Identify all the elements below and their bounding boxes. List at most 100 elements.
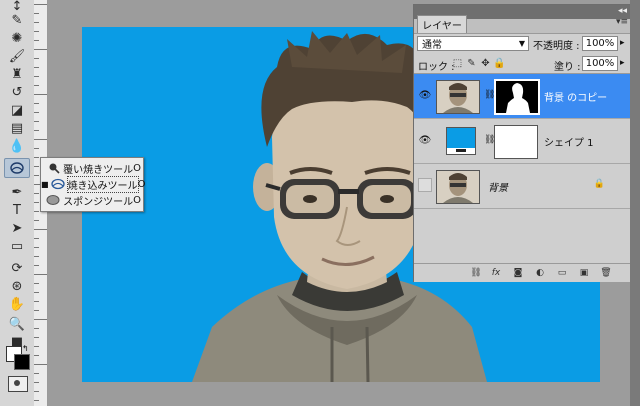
blur-tool-icon[interactable]: 💧 [4, 136, 30, 156]
lock-image-icon[interactable]: ✎ [466, 58, 477, 69]
blend-mode-select[interactable]: 通常 ▼ [417, 36, 529, 51]
ruler-tick [34, 85, 39, 86]
ruler-tick [34, 40, 39, 41]
ruler-tick [34, 202, 39, 203]
layer-style-icon[interactable]: fx [490, 267, 502, 279]
layer-row-background-copy[interactable]: 👁 ⛓ 背景 のコピー [414, 74, 631, 119]
brush-tool-icon[interactable]: 🖌 [4, 46, 30, 66]
ruler-tick [34, 67, 39, 68]
history-brush-tool-icon[interactable]: ↺ [4, 82, 30, 102]
menu-item-shortcut: O [133, 194, 141, 206]
add-mask-icon[interactable]: ◙ [512, 267, 524, 279]
3d-rotate-tool-icon[interactable]: ⟳ [4, 258, 30, 278]
blend-opacity-row: 通常 ▼ 不透明度 : 100% ▸ [414, 34, 631, 54]
opacity-input[interactable]: 100% [582, 36, 618, 51]
ruler-tick [34, 58, 39, 59]
ruler-tick [34, 274, 47, 275]
menu-item-shortcut: O [137, 178, 146, 190]
eyedropper-tool-icon[interactable]: ✎ [4, 10, 30, 30]
hand-tool-icon[interactable]: ✋ [4, 294, 30, 314]
rectangle-tool-icon[interactable]: ▭ [4, 236, 30, 256]
selection-dot: ■ [41, 179, 49, 189]
background-color-swatch[interactable] [14, 354, 30, 370]
layer-thumbnail[interactable] [436, 80, 480, 114]
ruler-tick [34, 292, 39, 293]
toolbox: ↕ ✎ ✺ 🖌 ♜ ↺ ◪ ▤ 💧 ✒ T ➤ ▭ ⟳ ⊛ ✋ 🔍 ■ ↰ [0, 0, 35, 406]
lock-all-icon[interactable]: 🔒 [493, 58, 505, 69]
sponge-tool-menu-item[interactable]: スポンジツール O [41, 192, 141, 208]
ruler-tick [34, 265, 39, 266]
fill-slider-arrow-icon[interactable]: ▸ [620, 58, 625, 68]
vector-mask-thumbnail[interactable] [494, 125, 538, 159]
tab-layers[interactable]: レイヤー [417, 15, 467, 33]
link-layers-icon[interactable]: ⛓ [470, 267, 482, 279]
ruler-tick [34, 400, 39, 401]
right-dock-bar [630, 0, 640, 406]
new-layer-icon[interactable]: ▣ [578, 267, 590, 279]
ruler-tick [34, 319, 47, 320]
spot-healing-tool-icon[interactable]: ✺ [4, 28, 30, 48]
opacity-slider-arrow-icon[interactable]: ▸ [620, 38, 625, 48]
ruler-tick [34, 130, 39, 131]
ruler-tick [34, 31, 39, 32]
layer-row-shape-1[interactable]: 👁 ⛓ シェイプ 1 [414, 119, 631, 164]
ruler-tick [34, 391, 39, 392]
adjustment-layer-icon[interactable]: ◐ [534, 267, 546, 279]
layer-row-background[interactable]: 背景 🔒 [414, 164, 631, 209]
quick-mask-icon[interactable] [8, 376, 28, 392]
path-selection-tool-icon[interactable]: ➤ [4, 218, 30, 238]
layer-mask-thumbnail[interactable] [494, 79, 540, 115]
lock-position-icon[interactable]: ✥ [480, 58, 491, 69]
shape-fill-thumbnail[interactable] [446, 127, 476, 155]
type-tool-icon[interactable]: T [4, 200, 30, 220]
ruler-tick [34, 193, 39, 194]
eraser-tool-icon[interactable]: ◪ [4, 100, 30, 120]
chevron-down-icon: ▼ [518, 39, 525, 48]
ruler-tick [34, 4, 47, 5]
visibility-eye-icon[interactable]: 👁 [418, 88, 432, 102]
layer-thumbnail[interactable] [436, 170, 480, 204]
zoom-tool-icon[interactable]: 🔍 [4, 314, 30, 334]
ruler-tick [34, 337, 39, 338]
layer-name[interactable]: シェイプ 1 [544, 134, 594, 149]
ruler-tick [34, 49, 47, 50]
ruler-tick [34, 382, 39, 383]
ruler-tick [34, 139, 47, 140]
gradient-tool-icon[interactable]: ▤ [4, 118, 30, 138]
visibility-toggle-off[interactable] [418, 178, 432, 192]
ruler-tick [34, 13, 39, 14]
lock-transparency-icon[interactable]: ⬚ [452, 58, 463, 69]
pen-tool-icon[interactable]: ✒ [4, 182, 30, 202]
3d-orbit-tool-icon[interactable]: ⊛ [4, 276, 30, 296]
sponge-icon [46, 194, 60, 206]
ruler-tick [34, 256, 39, 257]
burn-tool-menu-item[interactable]: ■ 焼き込みツール O [41, 175, 145, 193]
ruler-tick [34, 346, 39, 347]
ruler-tick [34, 373, 39, 374]
ruler-tick [34, 121, 39, 122]
lock-label: ロック : [418, 62, 455, 73]
layer-name[interactable]: 背景 [488, 179, 508, 194]
ruler-tick [34, 229, 47, 230]
menu-item-shortcut: O [133, 162, 141, 174]
fill-input[interactable]: 100% [582, 56, 618, 71]
burn-tool-icon[interactable] [4, 158, 30, 178]
panel-menu-icon[interactable]: ▾≡ [616, 17, 628, 27]
ruler-tick [34, 94, 47, 95]
visibility-eye-icon[interactable]: 👁 [418, 133, 432, 147]
burn-icon [50, 178, 65, 190]
collapse-icon[interactable]: ◂◂ [618, 6, 627, 16]
delete-layer-icon[interactable]: 🗑 [600, 267, 612, 279]
ruler-tick [34, 211, 39, 212]
lock-fill-row: ロック : ⬚ ✎ ✥ 🔒 塗り : 100% ▸ [414, 55, 631, 74]
ruler-tick [34, 355, 39, 356]
layer-name[interactable]: 背景 のコピー [544, 89, 607, 104]
clone-stamp-tool-icon[interactable]: ♜ [4, 64, 30, 84]
ruler-tick [34, 175, 39, 176]
new-group-icon[interactable]: ▭ [556, 267, 568, 279]
menu-item-label: スポンジツール [63, 196, 134, 208]
dodge-tool-menu-item[interactable]: 覆い焼きツール O [41, 160, 141, 176]
menu-item-label: 覆い焼きツール [63, 164, 134, 176]
dodge-icon [48, 162, 60, 174]
swap-colors-icon[interactable]: ↰ [22, 344, 29, 353]
